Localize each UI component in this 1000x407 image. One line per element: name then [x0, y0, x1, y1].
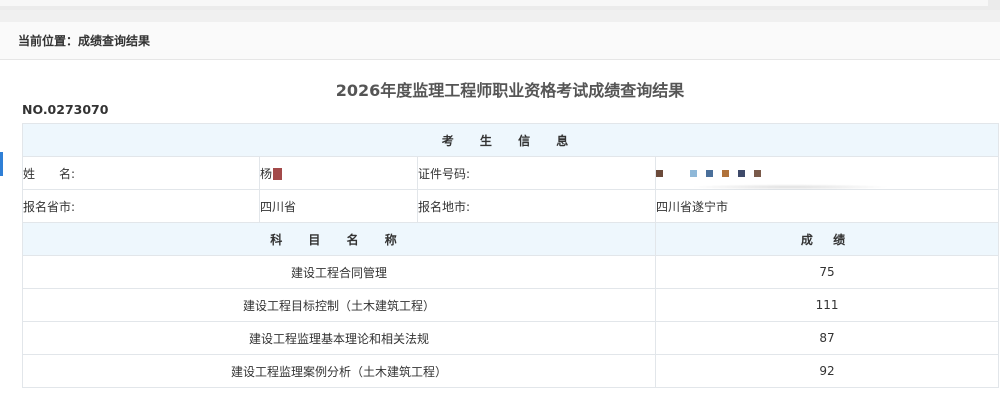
table-row: 建设工程监理案例分析（土木建筑工程） 92: [22, 354, 1000, 388]
city-value: 四川省遂宁市: [654, 189, 1000, 223]
subject-header: 科 目 名 称: [22, 222, 656, 256]
name-text: 杨: [260, 166, 273, 181]
top-strip-inner: [0, 0, 988, 6]
redaction-dot: [656, 170, 663, 177]
redaction-dot: [722, 170, 729, 177]
left-accent-bar: [0, 152, 3, 176]
score-header: 成 绩: [654, 222, 1000, 256]
redaction-dot: [754, 170, 761, 177]
province-value: 四川省: [259, 189, 418, 223]
province-label: 报名省市:: [22, 189, 260, 223]
table-row: 建设工程合同管理 75: [22, 255, 1000, 289]
subject-score: 87: [654, 321, 1000, 355]
subject-name: 建设工程监理案例分析（土木建筑工程）: [22, 354, 656, 388]
subject-score: 111: [654, 288, 1000, 322]
subject-score: 92: [654, 354, 1000, 388]
score-header-row: 科 目 名 称 成 绩: [22, 222, 1000, 256]
redaction-dot: [690, 170, 697, 177]
redaction-smudge: [690, 184, 890, 190]
subject-score: 75: [654, 255, 1000, 289]
subject-name: 建设工程合同管理: [22, 255, 656, 289]
name-redaction: [273, 167, 283, 180]
table-row: 建设工程监理基本理论和相关法规 87: [22, 321, 1000, 355]
redaction-dot: [706, 170, 713, 177]
id-label: 证件号码:: [417, 156, 656, 190]
top-strip: [0, 0, 1000, 10]
region-row: 报名省市: 四川省 报名地市: 四川省遂宁市: [22, 189, 1000, 223]
result-table: 考 生 信 息 姓 名: 杨 证件号码: 报名省市: 四川省 报名地市: 四川省…: [21, 123, 1000, 388]
subject-name: 建设工程监理基本理论和相关法规: [22, 321, 656, 355]
id-redaction: [656, 166, 770, 180]
table-row: 建设工程目标控制（土木建筑工程） 111: [22, 288, 1000, 322]
result-panel: 当前位置：成绩查询结果 2026年度监理工程师职业资格考试成绩查询结果 NO.0…: [0, 22, 1000, 407]
serial-number: NO.0273070: [22, 102, 109, 117]
breadcrumb: 当前位置：成绩查询结果: [0, 22, 1000, 60]
candidate-info-header: 考 生 信 息: [21, 123, 1000, 157]
name-value: 杨: [259, 156, 418, 190]
name-label: 姓 名:: [22, 156, 260, 190]
redaction-dot: [738, 170, 745, 177]
subject-name: 建设工程目标控制（土木建筑工程）: [22, 288, 656, 322]
candidate-info-header-row: 考 生 信 息: [21, 123, 1000, 157]
page-title: 2026年度监理工程师职业资格考试成绩查询结果: [335, 81, 685, 100]
city-label: 报名地市:: [417, 189, 656, 223]
